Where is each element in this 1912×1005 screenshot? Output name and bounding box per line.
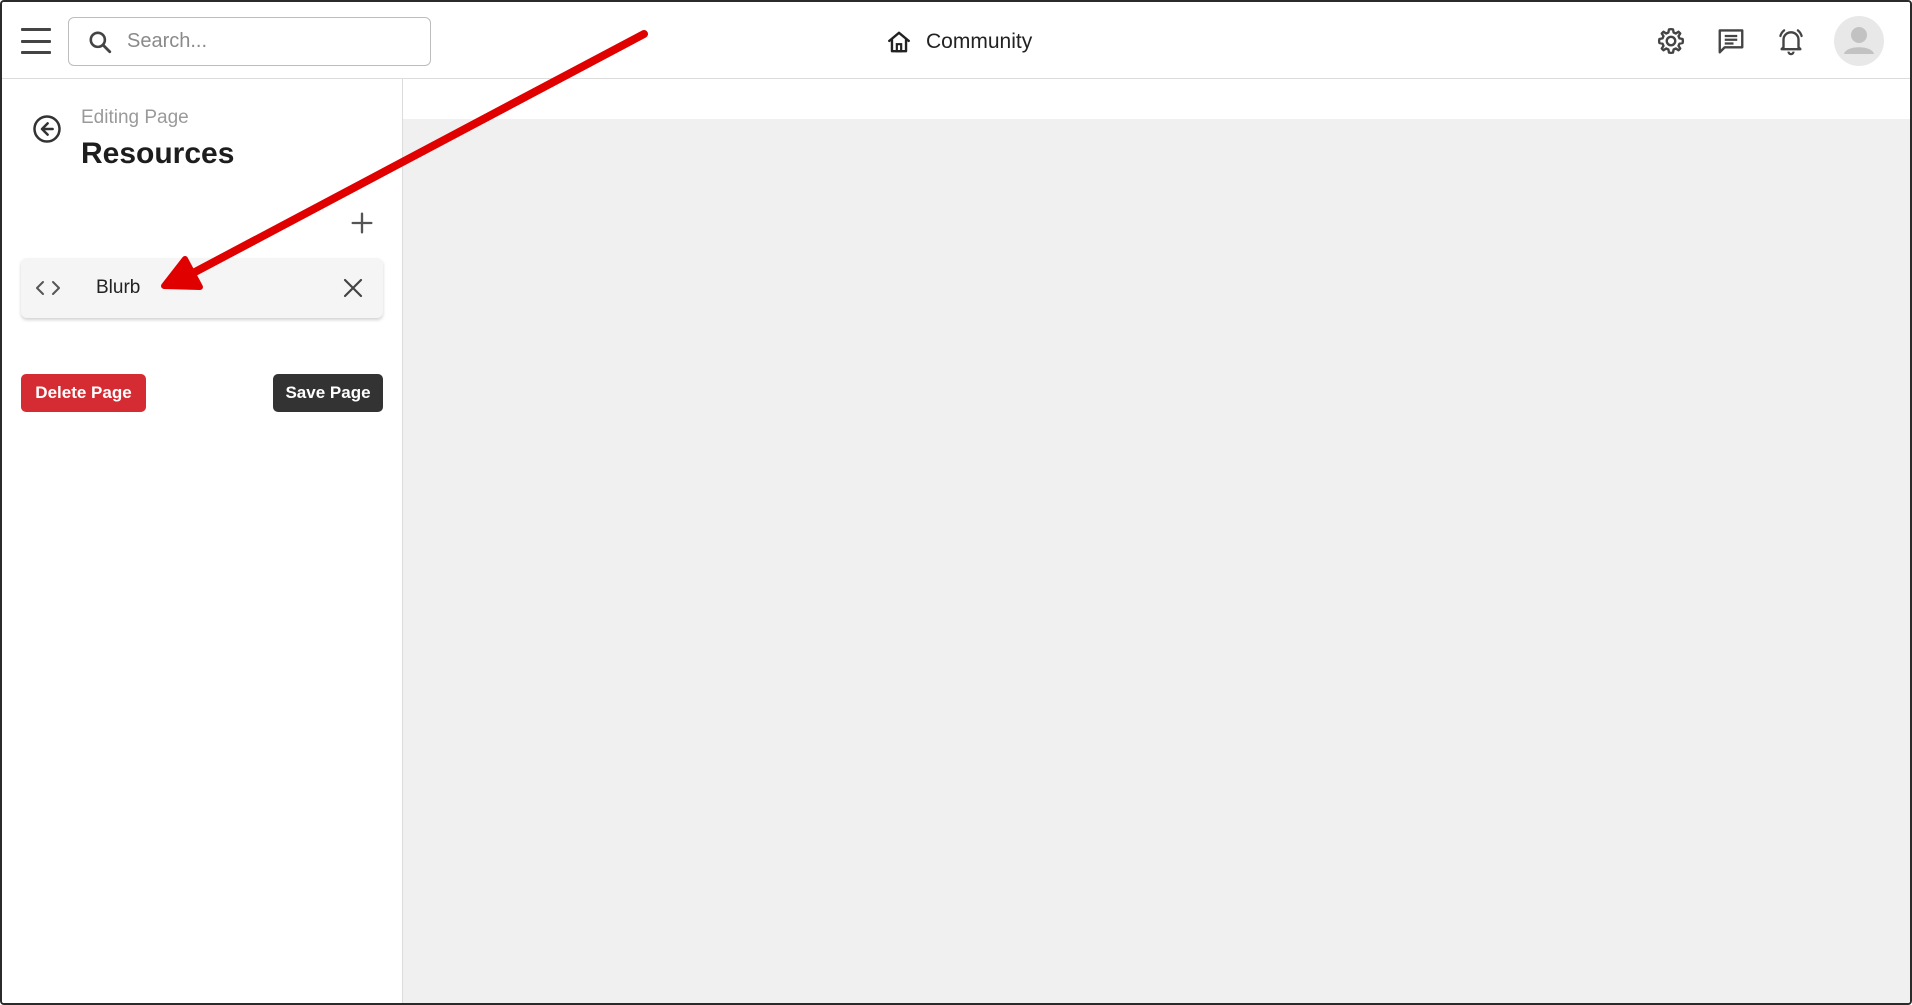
block-label: Blurb (96, 277, 141, 298)
save-page-button[interactable]: Save Page (273, 374, 383, 412)
home-icon (888, 31, 910, 53)
chat-icon[interactable] (1714, 24, 1748, 58)
brand-label: Community (926, 30, 1033, 53)
page-canvas (403, 79, 1910, 1003)
search-box[interactable] (68, 17, 431, 66)
avatar[interactable] (1834, 16, 1884, 66)
avatar-icon (1844, 27, 1874, 54)
menu-icon[interactable] (21, 28, 51, 54)
back-arrow-icon[interactable] (32, 114, 62, 144)
app-window: Community (0, 0, 1912, 1005)
close-icon[interactable] (341, 276, 365, 300)
block-item-blurb[interactable]: Blurb (21, 258, 383, 318)
editing-label: Editing Page (81, 107, 189, 128)
delete-page-button[interactable]: Delete Page (21, 374, 146, 412)
top-icons (1628, 16, 1884, 66)
gear-icon[interactable] (1654, 24, 1688, 58)
search-icon (89, 30, 112, 53)
page-title: Resources (81, 137, 235, 170)
top-bar: Community (2, 2, 1910, 79)
search-input[interactable] (127, 30, 407, 53)
editor-sidebar: Editing Page Resources Blurb Delete Page… (2, 79, 403, 1003)
add-block-icon[interactable] (348, 209, 376, 237)
community-link[interactable]: Community (886, 26, 1032, 58)
canvas-top-strip (403, 79, 1910, 119)
bell-icon[interactable] (1774, 24, 1808, 58)
code-icon (36, 281, 60, 295)
